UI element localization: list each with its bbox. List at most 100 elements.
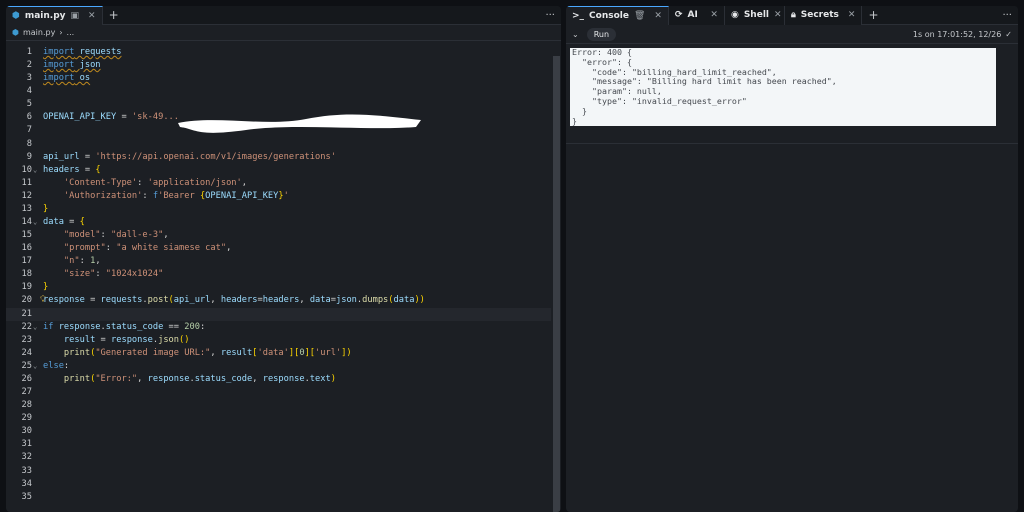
line-number: 25 — [21, 360, 32, 371]
shell-icon: ◉ — [730, 10, 739, 20]
line-number: 5 — [26, 99, 32, 110]
code-text: "prompt": "a white siamese cat", — [43, 242, 231, 255]
code-line[interactable]: 17 "n": 1, — [6, 255, 551, 268]
console-pane: >_ Console 🗑 ✕ ⟳ AI ✕ ◉ Shell ✕ 🔒︎ Secrets ✕ + ··… — [566, 6, 1018, 512]
tab-label: Console — [589, 10, 629, 21]
fold-chevron-icon[interactable]: ⌄ — [33, 216, 37, 229]
tab-shell[interactable]: ◉ Shell ✕ — [724, 6, 785, 25]
close-icon[interactable]: ✕ — [654, 11, 662, 21]
code-token: OPENAI_API_KEY — [43, 112, 117, 123]
code-line[interactable]: 1 import requests — [6, 46, 551, 59]
code-line[interactable]: 16 "prompt": "a white siamese cat", — [6, 242, 551, 255]
line-number: 20 — [21, 295, 32, 306]
line-number: 35 — [21, 491, 32, 502]
line-number: 4 — [26, 86, 32, 97]
breadcrumb-more[interactable]: ... — [67, 28, 75, 37]
code-line[interactable]: 11 'Content-Type': 'application/json', — [6, 177, 551, 190]
check-icon: ✓ — [1005, 29, 1012, 39]
code-line[interactable]: 29 — [6, 412, 551, 425]
tab-main-py[interactable]: ⬢ main.py ▣ ✕ — [6, 6, 103, 25]
line-number: 26 — [21, 373, 32, 384]
code-text: api_url = 'https://api.openai.com/v1/ima… — [43, 151, 336, 164]
code-line[interactable]: 5 — [6, 98, 551, 111]
close-icon[interactable]: ✕ — [774, 10, 782, 20]
code-line[interactable]: 13} — [6, 203, 551, 216]
line-number: 6 — [26, 112, 32, 123]
code-line[interactable]: 27 — [6, 386, 551, 399]
line-number: 16 — [21, 243, 32, 254]
code-text: "size": "1024x1024" — [43, 268, 163, 281]
code-token: headers — [220, 295, 258, 306]
code-token: json — [335, 295, 357, 306]
code-line[interactable]: 10 ⌄ headers = { — [6, 164, 551, 177]
tab-secrets[interactable]: 🔒︎ Secrets ✕ — [784, 6, 863, 25]
new-tab-button[interactable]: + — [862, 8, 884, 22]
code-line[interactable]: 33 — [6, 465, 551, 478]
code-line[interactable]: 18 "size": "1024x1024" — [6, 268, 551, 281]
close-icon[interactable]: ✕ — [710, 10, 718, 20]
code-token: os — [74, 73, 91, 84]
tab-ai[interactable]: ⟳ AI ✕ — [668, 6, 725, 25]
code-token: , — [210, 295, 221, 306]
editor-scrollbar[interactable] — [552, 46, 561, 512]
close-icon[interactable]: ✕ — [848, 10, 856, 20]
code-line[interactable]: 24 print("Generated image URL:", result[… — [6, 347, 551, 360]
more-options-icon[interactable]: ··· — [545, 10, 561, 21]
code-line[interactable]: 30 — [6, 425, 551, 438]
code-line[interactable]: 15 "model": "dall-e-3", — [6, 229, 551, 242]
code-line[interactable]: 25 ⌄ else: — [6, 360, 551, 373]
code-line[interactable]: 3 import os — [6, 72, 551, 85]
code-token: import — [43, 60, 75, 71]
breadcrumb-file[interactable]: main.py — [23, 28, 55, 37]
code-line[interactable]: 26 print("Error:", response.status_code,… — [6, 373, 551, 386]
code-text: else: — [43, 360, 69, 373]
code-line[interactable]: 20 💡︎ response = requests.post(api_url, he… — [6, 294, 551, 307]
code-line[interactable]: 19} — [6, 281, 551, 294]
trash-icon[interactable]: 🗑 — [634, 11, 645, 21]
line-number: 8 — [26, 138, 32, 149]
code-line[interactable]: 32 — [6, 451, 551, 464]
code-token: "1024x1024" — [105, 269, 164, 280]
code-token: = — [79, 151, 96, 162]
code-line[interactable]: 28 — [6, 399, 551, 412]
fold-chevron-icon[interactable]: ⌄ — [33, 321, 37, 334]
scrollbar-thumb[interactable] — [553, 56, 560, 512]
code-text: "n": 1, — [43, 255, 101, 268]
code-line[interactable]: 23 result = response.json() — [6, 334, 551, 347]
code-line[interactable]: 9 api_url = 'https://api.openai.com/v1/im… — [6, 151, 551, 164]
code-token: ]) — [341, 347, 352, 358]
new-tab-button[interactable]: + — [103, 8, 125, 22]
code-token: , — [137, 373, 148, 384]
code-token: , — [95, 256, 101, 267]
fold-chevron-icon[interactable]: ⌄ — [33, 360, 37, 373]
code-token: "n" — [63, 256, 80, 267]
code-line[interactable]: 8 — [6, 138, 551, 151]
run-button[interactable]: Run — [586, 27, 617, 41]
code-line[interactable]: 31 — [6, 438, 551, 451]
more-options-icon[interactable]: ··· — [1002, 10, 1018, 21]
code-text: result = response.json() — [43, 334, 190, 347]
code-line[interactable]: 2 import json — [6, 59, 551, 72]
code-line[interactable]: 4 — [6, 85, 551, 98]
code-line[interactable]: 35 — [6, 491, 551, 504]
code-line[interactable]: 12 'Authorization': f'Bearer {OPENAI_API… — [6, 190, 551, 203]
fold-chevron-icon[interactable]: ⌄ — [33, 164, 37, 177]
code-token: ][ — [288, 347, 300, 358]
code-line[interactable]: 34 — [6, 478, 551, 491]
tab-label: Shell — [743, 10, 769, 20]
console-icon: >_ — [572, 10, 585, 21]
close-icon[interactable]: ✕ — [88, 11, 96, 21]
chevron-down-icon[interactable]: ⌄ — [572, 30, 579, 39]
preview-icon[interactable]: ▣ — [71, 11, 80, 21]
python-icon: ⬢ — [12, 10, 20, 21]
code-line[interactable]: 22 ⌄ if response.status_code == 200: — [6, 321, 551, 334]
tab-console[interactable]: >_ Console 🗑 ✕ — [566, 6, 669, 25]
code-line[interactable]: 14 ⌄ data = { — [6, 216, 551, 229]
code-token: == — [163, 321, 185, 332]
code-line[interactable]: 21 — [6, 307, 551, 321]
code-token: 'url' — [315, 347, 342, 358]
